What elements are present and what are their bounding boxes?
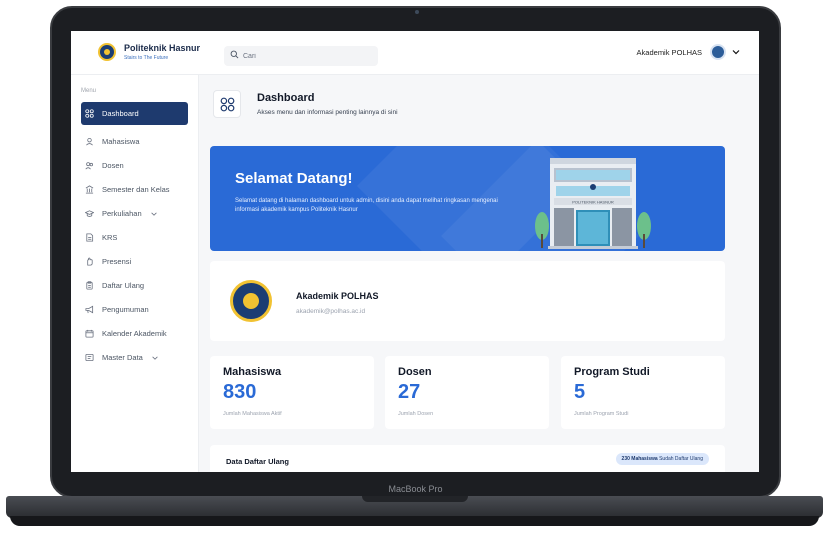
device-label: MacBook Pro	[388, 484, 443, 494]
search-icon	[230, 50, 239, 59]
laptop-notch	[362, 496, 468, 502]
page-description: Akses menu dan informasi penting lainnya…	[257, 109, 398, 116]
avatar[interactable]	[710, 44, 726, 60]
stat-card-mahasiswa: Mahasiswa 830 Jumlah Mahasiswa Aktif	[210, 356, 374, 429]
users-icon	[85, 162, 93, 170]
calendar-icon	[85, 329, 94, 338]
stat-title: Dosen	[398, 366, 432, 378]
search-box[interactable]	[224, 46, 378, 66]
stat-caption: Jumlah Dosen	[398, 411, 434, 417]
registration-title: Data Daftar Ulang	[226, 457, 289, 466]
sidebar: Menu Dashboard Mahasiswa Dosen Semester …	[71, 75, 199, 472]
sidebar-item-label: Presensi	[102, 257, 132, 266]
topbar: Politeknik Hasnur Stairs to The Future A…	[71, 31, 759, 75]
sidebar-item-daftar-ulang[interactable]: Daftar Ulang	[81, 274, 188, 297]
stat-value: 830	[223, 381, 257, 403]
search-input[interactable]	[243, 48, 371, 64]
sidebar-item-semester-dan-kelas[interactable]: Semester dan Kelas	[81, 178, 188, 201]
stat-card-dosen: Dosen 27 Jumlah Dosen	[385, 356, 549, 429]
sidebar-item-perkuliahan[interactable]: Perkuliahan	[81, 202, 188, 225]
status-badge: 230 Mahasiswa Sudah Daftar Ulang	[615, 453, 709, 465]
hand-icon	[87, 257, 93, 266]
database-icon	[85, 353, 94, 362]
chevron-down-icon	[152, 356, 158, 360]
sidebar-item-pengumuman[interactable]: Pengumuman	[81, 298, 188, 321]
sidebar-item-dosen[interactable]: Dosen	[81, 154, 188, 177]
profile-email: akademik@polhas.ac.id	[296, 308, 366, 315]
app-logo[interactable]	[98, 43, 116, 61]
building-icon	[85, 185, 94, 194]
sidebar-item-master-data[interactable]: Master Data	[81, 346, 188, 369]
laptop-mockup: MacBook Pro Politeknik Hasnur Stairs to …	[0, 0, 829, 543]
banner-text: Selamat datang di halaman dashboard untu…	[235, 198, 498, 213]
institution-logo	[230, 280, 272, 322]
app-title: Politeknik Hasnur	[124, 43, 201, 53]
sidebar-item-krs[interactable]: KRS	[81, 226, 188, 249]
menu-label: Menu	[81, 88, 97, 94]
screen: Politeknik Hasnur Stairs to The Future A…	[71, 31, 759, 472]
stat-card-program-studi: Program Studi 5 Jumlah Program Studi	[561, 356, 725, 429]
sidebar-item-label: Dosen	[102, 161, 124, 170]
grid-icon	[85, 109, 94, 118]
sidebar-item-label: Master Data	[102, 353, 143, 362]
stat-title: Mahasiswa	[223, 366, 282, 378]
sidebar-item-label: Mahasiswa	[102, 137, 140, 146]
page-icon-box	[213, 90, 241, 118]
student-icon	[86, 137, 93, 146]
banner-title: Selamat Datang!	[235, 170, 353, 187]
laptop-base	[10, 516, 819, 526]
graduation-icon	[85, 210, 94, 217]
sidebar-item-label: Pengumuman	[102, 305, 149, 314]
sidebar-item-label: Dashboard	[102, 109, 139, 118]
stat-value: 5	[574, 381, 586, 403]
chevron-down-icon[interactable]	[731, 47, 741, 57]
sidebar-item-dashboard[interactable]: Dashboard	[81, 102, 188, 125]
document-icon	[86, 233, 94, 242]
stat-title: Program Studi	[574, 366, 650, 378]
sidebar-item-label: Perkuliahan	[102, 209, 142, 218]
sidebar-item-label: KRS	[102, 233, 118, 242]
logo-emblem	[243, 293, 259, 309]
stat-caption: Jumlah Program Studi	[574, 411, 629, 417]
sidebar-item-label: Semester dan Kelas	[102, 185, 170, 194]
welcome-banner: Selamat Datang! Selamat datang di halama…	[210, 146, 725, 251]
badge-count: 230 Mahasiswa	[621, 456, 658, 462]
sidebar-item-presensi[interactable]: Presensi	[81, 250, 188, 273]
sidebar-item-kalender-akademik[interactable]: Kalender Akademik	[81, 322, 188, 345]
building-sign: POLITEKNIK HASNUR	[572, 200, 614, 205]
clipboard-icon	[86, 281, 93, 290]
camera-icon	[415, 10, 419, 14]
sidebar-item-mahasiswa[interactable]: Mahasiswa	[81, 130, 188, 153]
main-content: Dashboard Akses menu dan informasi penti…	[199, 75, 759, 472]
page-title: Dashboard	[257, 92, 315, 104]
profile-name: Akademik POLHAS	[296, 291, 379, 301]
app-tagline: Stairs to The Future	[124, 55, 169, 61]
registration-card: Data Daftar Ulang 230 Mahasiswa Sudah Da…	[210, 445, 725, 472]
user-name[interactable]: Akademik POLHAS	[637, 48, 702, 57]
badge-text: Sudah Daftar Ulang	[659, 456, 703, 462]
profile-card: Akademik POLHAS akademik@polhas.ac.id	[210, 261, 725, 341]
stat-value: 27	[398, 381, 421, 403]
campus-building-illustration: POLITEKNIK HASNUR	[535, 158, 651, 249]
megaphone-icon	[85, 305, 94, 314]
sidebar-item-label: Kalender Akademik	[102, 329, 167, 338]
sidebar-item-label: Daftar Ulang	[102, 281, 145, 290]
grid-icon	[220, 97, 235, 112]
stat-caption: Jumlah Mahasiswa Aktif	[223, 411, 282, 417]
chevron-down-icon	[150, 212, 157, 216]
